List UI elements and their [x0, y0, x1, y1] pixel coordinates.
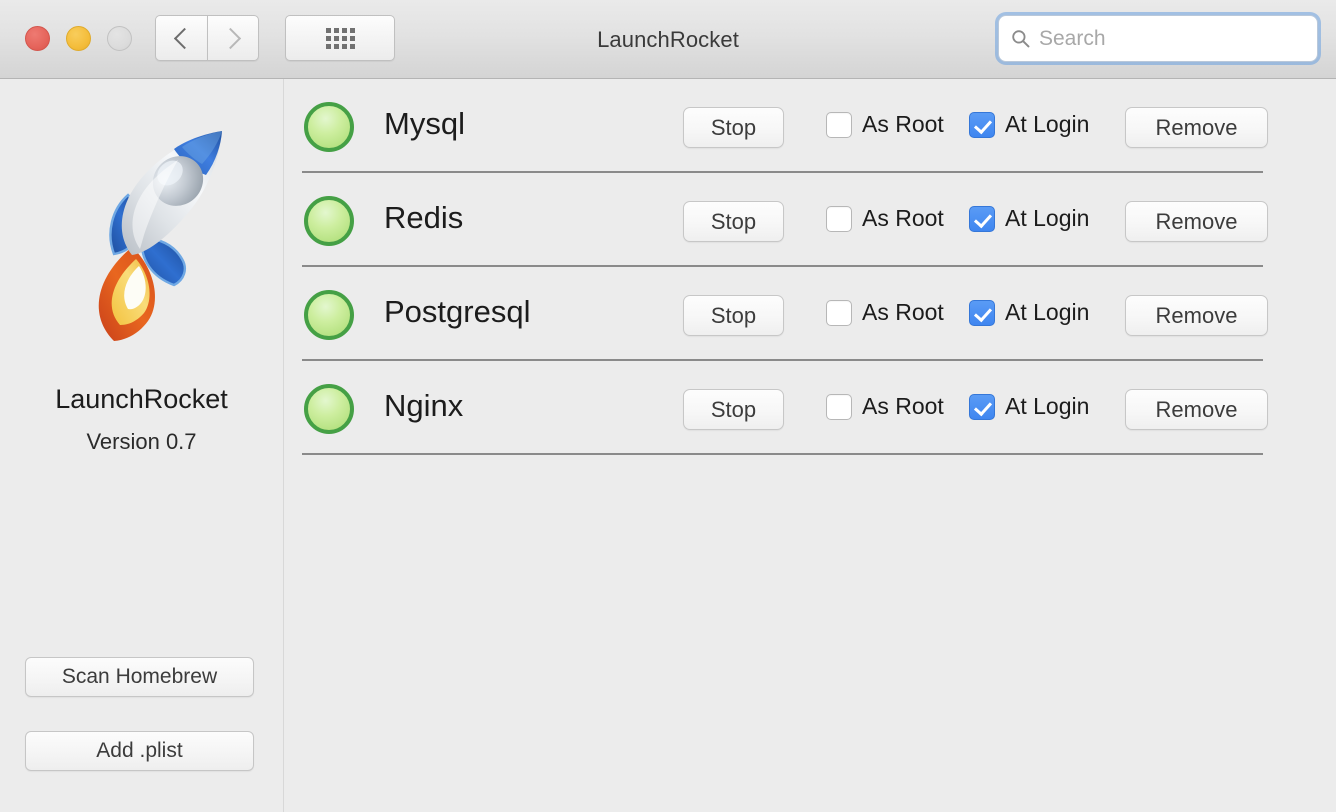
checkbox-box-icon	[826, 111, 852, 138]
status-indicator-icon	[304, 384, 354, 434]
table-row: Postgresql Stop As Root At Login Remove	[302, 267, 1268, 361]
service-name-label: Redis	[384, 200, 464, 235]
as-root-label: As Root	[862, 111, 944, 137]
app-version-label: Version 0.7	[86, 429, 197, 454]
table-row: Redis Stop As Root At Login Remove	[302, 173, 1268, 267]
at-login-label: At Login	[1005, 111, 1090, 137]
table-row: Mysql Stop As Root At Login Remove	[302, 79, 1268, 173]
add-plist-button[interactable]: Add .plist	[25, 731, 254, 771]
as-root-checkbox[interactable]: As Root	[826, 111, 944, 138]
as-root-label: As Root	[862, 299, 944, 325]
checkbox-checked-icon	[969, 205, 995, 232]
checkbox-checked-icon	[969, 299, 995, 326]
remove-service-button[interactable]: Remove	[1125, 201, 1268, 242]
at-login-label: At Login	[1005, 299, 1090, 325]
status-indicator-icon	[304, 196, 354, 246]
as-root-label: As Root	[862, 205, 944, 231]
checkbox-box-icon	[826, 205, 852, 232]
service-action-button[interactable]: Stop	[683, 389, 784, 430]
at-login-checkbox[interactable]: At Login	[969, 393, 1089, 420]
as-root-checkbox[interactable]: As Root	[826, 299, 944, 326]
status-indicator-icon	[304, 102, 354, 152]
checkbox-box-icon	[826, 393, 852, 420]
service-name-label: Mysql	[384, 106, 465, 141]
at-login-checkbox[interactable]: At Login	[969, 111, 1089, 138]
remove-service-button[interactable]: Remove	[1125, 389, 1268, 430]
table-row: Nginx Stop As Root At Login Remove	[302, 361, 1268, 455]
search-input[interactable]	[1039, 26, 1299, 51]
remove-service-button[interactable]: Remove	[1125, 295, 1268, 336]
as-root-label: As Root	[862, 393, 944, 419]
service-list: Mysql Stop As Root At Login Remove Redis…	[285, 79, 1336, 812]
service-name-label: Nginx	[384, 388, 464, 423]
checkbox-box-icon	[826, 299, 852, 326]
search-icon	[1012, 30, 1030, 48]
app-name-label: LaunchRocket	[55, 384, 228, 414]
status-indicator-icon	[304, 290, 354, 340]
search-field[interactable]	[998, 15, 1318, 62]
rocket-icon	[28, 99, 256, 369]
service-name-label: Postgresql	[384, 294, 531, 329]
service-action-button[interactable]: Stop	[683, 201, 784, 242]
window-toolbar: LaunchRocket	[0, 0, 1336, 79]
as-root-checkbox[interactable]: As Root	[826, 393, 944, 420]
checkbox-checked-icon	[969, 393, 995, 420]
as-root-checkbox[interactable]: As Root	[826, 205, 944, 232]
service-action-button[interactable]: Stop	[683, 295, 784, 336]
launchrocket-window: LaunchRocket Search LaunchRocket Version…	[0, 0, 1336, 812]
service-action-button[interactable]: Stop	[683, 107, 784, 148]
at-login-checkbox[interactable]: At Login	[969, 205, 1089, 232]
checkbox-checked-icon	[969, 111, 995, 138]
at-login-label: At Login	[1005, 393, 1090, 419]
sidebar: LaunchRocket Version 0.7 Scan Homebrew A…	[0, 79, 284, 812]
remove-service-button[interactable]: Remove	[1125, 107, 1268, 148]
at-login-label: At Login	[1005, 205, 1090, 231]
at-login-checkbox[interactable]: At Login	[969, 299, 1089, 326]
scan-homebrew-button[interactable]: Scan Homebrew	[25, 657, 254, 697]
